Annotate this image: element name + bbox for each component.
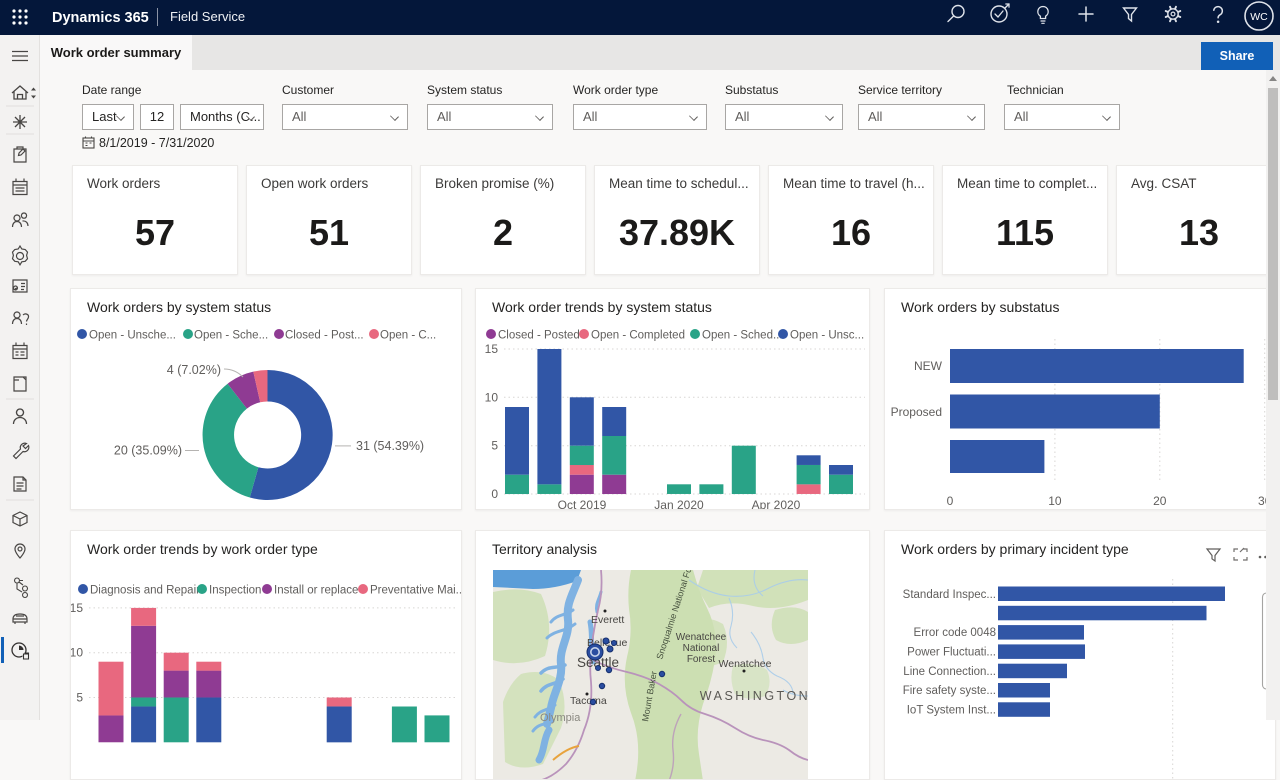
svg-text:Open - Unsc...: Open - Unsc... (790, 330, 864, 342)
svg-text:15: 15 (485, 342, 499, 356)
svg-text:31 (54.39%): 31 (54.39%) (356, 439, 424, 453)
svg-text:20 (35.09%): 20 (35.09%) (114, 444, 182, 458)
svg-text:Error code 0048: Error code 0048 (914, 627, 996, 639)
svg-text:IoT System Inst...: IoT System Inst... (907, 705, 996, 717)
svg-text:20: 20 (1153, 494, 1167, 508)
svg-text:Preventative Mai...: Preventative Mai... (370, 585, 462, 597)
svg-text:WC: WC (1250, 11, 1268, 23)
svg-text:5: 5 (76, 691, 83, 705)
svg-text:WASHINGTON: WASHINGTON (700, 689, 808, 703)
svg-text:Fire safety syste...: Fire safety syste... (903, 685, 996, 697)
svg-text:Wenatchee: Wenatchee (676, 632, 727, 643)
svg-text:0: 0 (947, 494, 954, 508)
svg-text:Line Connection...: Line Connection... (903, 666, 996, 678)
svg-text:Standard Inspec...: Standard Inspec... (903, 589, 996, 601)
svg-text:10: 10 (1048, 494, 1062, 508)
svg-text:10: 10 (485, 390, 499, 404)
svg-text:Inspection: Inspection (209, 585, 261, 597)
svg-text:Open - Sched...: Open - Sched... (702, 330, 783, 342)
svg-text:Open - Completed: Open - Completed (591, 330, 685, 342)
svg-text:10: 10 (71, 646, 83, 660)
svg-text:Field Service: Field Service (170, 9, 245, 24)
svg-text:5: 5 (491, 439, 498, 453)
svg-text:Jan 2020: Jan 2020 (654, 498, 704, 510)
svg-text:Forest: Forest (687, 654, 716, 665)
svg-text:Tacoma: Tacoma (570, 695, 607, 707)
svg-text:15: 15 (71, 601, 83, 615)
svg-text:Oct 2019: Oct 2019 (558, 498, 607, 510)
svg-text:Closed - Post...: Closed - Post... (285, 330, 364, 342)
svg-text:National: National (683, 643, 720, 654)
svg-text:Dynamics 365: Dynamics 365 (52, 10, 149, 26)
svg-text:Power Fluctuati...: Power Fluctuati... (907, 647, 996, 659)
svg-text:Olympia: Olympia (540, 712, 581, 724)
svg-text:Open - Unsche...: Open - Unsche... (89, 330, 176, 342)
svg-text:NEW: NEW (914, 359, 943, 373)
svg-text:Closed - Posted: Closed - Posted (498, 330, 580, 342)
svg-text:Proposed: Proposed (891, 405, 942, 419)
svg-text:Open - Sche...: Open - Sche... (194, 330, 268, 342)
svg-text:Wenatchee: Wenatchee (719, 658, 772, 670)
svg-text:Open - C...: Open - C... (380, 330, 436, 342)
svg-text:Diagnosis and Repair: Diagnosis and Repair (90, 585, 200, 597)
svg-text:4 (7.02%): 4 (7.02%) (167, 363, 221, 377)
svg-text:Everett: Everett (591, 614, 624, 626)
svg-text:Install or replace: Install or replace (274, 585, 358, 597)
svg-text:Apr 2020: Apr 2020 (752, 498, 801, 510)
svg-text:0: 0 (491, 487, 498, 501)
